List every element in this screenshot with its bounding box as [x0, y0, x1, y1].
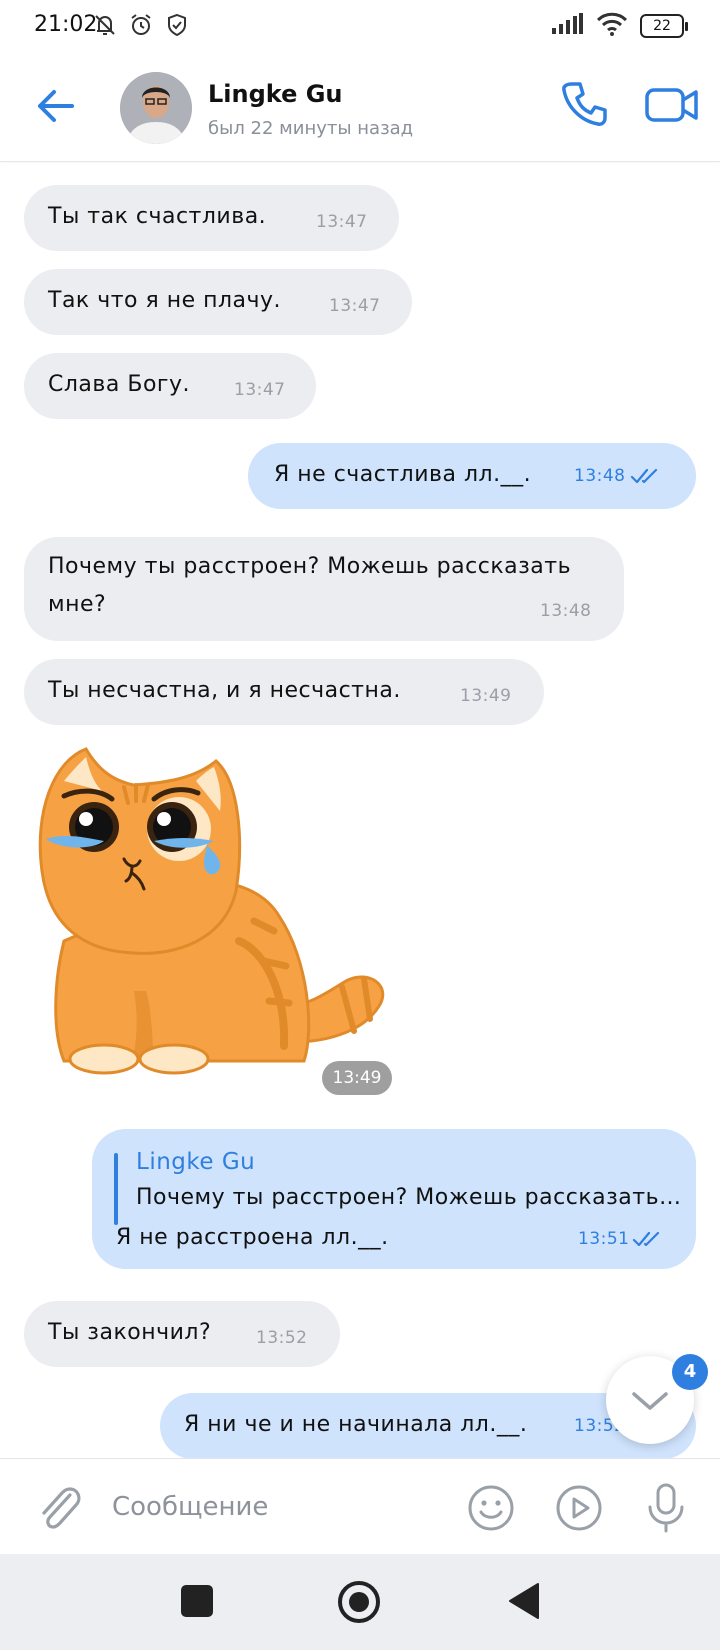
message-list[interactable]: Ты так счастлива. 13:47 Так что я не пла…	[0, 163, 720, 1458]
message-time: 13:51	[578, 1229, 630, 1249]
system-back-button[interactable]	[506, 1582, 542, 1620]
back-button[interactable]	[32, 82, 80, 130]
status-time: 21:02	[34, 12, 98, 37]
media-button[interactable]	[554, 1483, 604, 1533]
message-incoming[interactable]: Слава Богу. 13:47	[24, 353, 316, 419]
message-incoming[interactable]: Так что я не плачу. 13:47	[24, 269, 412, 335]
triangle-back-icon	[509, 1583, 539, 1619]
message-time: 13:48	[540, 601, 592, 621]
message-text: Так что я не плачу.	[48, 288, 282, 313]
reply-author[interactable]: Lingke Gu	[136, 1149, 255, 1175]
reply-quote-text[interactable]: Почему ты расстроен? Можешь рассказать…	[136, 1185, 682, 1210]
arrow-left-icon	[38, 90, 74, 122]
wifi-icon	[596, 12, 628, 40]
message-text: Я не расстроена лл.__.	[116, 1225, 389, 1250]
message-incoming[interactable]: Ты несчастна, и я несчастна. 13:49	[24, 659, 544, 725]
video-call-button[interactable]	[644, 80, 700, 130]
message-outgoing[interactable]: Я не счастлива лл.__. 13:48	[248, 443, 696, 509]
message-time: 13:47	[329, 296, 381, 316]
shield-icon	[164, 12, 190, 38]
recents-button[interactable]	[181, 1585, 213, 1617]
message-time: 13:48	[574, 466, 626, 486]
message-time: 13:47	[316, 212, 368, 232]
message-time: 13:47	[234, 380, 286, 400]
play-circle-icon	[556, 1485, 602, 1531]
message-text-line2: мне?	[48, 592, 107, 617]
message-text: Я ни че и не начинала лл.__.	[184, 1412, 528, 1437]
message-incoming[interactable]: Ты так счастлива. 13:47	[24, 185, 399, 251]
emoji-button[interactable]	[466, 1483, 516, 1533]
status-bar: 21:02 22	[0, 0, 720, 52]
contact-name[interactable]: Lingke Gu	[208, 80, 343, 108]
message-input[interactable]	[112, 1483, 432, 1531]
message-incoming[interactable]: Ты закончил? 13:52	[24, 1301, 340, 1367]
alarm-icon	[128, 12, 154, 38]
chat-header: Lingke Gu был 22 минуты назад	[0, 52, 720, 162]
message-text: Слава Богу.	[48, 372, 190, 397]
last-seen-status: был 22 минуты назад	[208, 118, 414, 139]
video-camera-icon	[645, 88, 698, 122]
message-text: Ты так счастлива.	[48, 204, 267, 229]
message-time: 13:52	[256, 1328, 308, 1348]
unread-count-badge: 4	[672, 1354, 708, 1390]
signal-icon	[550, 13, 584, 39]
message-text: Я не счастлива лл.__.	[274, 462, 532, 487]
message-outgoing-reply[interactable]: Lingke Gu Почему ты расстроен? Можешь ра…	[92, 1129, 696, 1269]
reply-quote-bar	[114, 1153, 118, 1225]
read-checks-icon	[630, 468, 658, 484]
read-checks-icon	[632, 1231, 660, 1247]
message-text: Ты несчастна, и я несчастна.	[48, 678, 401, 703]
paperclip-icon	[42, 1487, 81, 1529]
smiley-icon	[468, 1485, 514, 1531]
system-nav-bar	[0, 1554, 720, 1650]
home-button[interactable]	[338, 1581, 380, 1623]
crying-cat-sticker[interactable]	[24, 741, 394, 1081]
voice-message-button[interactable]	[644, 1481, 688, 1535]
voice-call-button[interactable]	[558, 78, 610, 130]
microphone-icon	[648, 1483, 684, 1533]
battery-icon: 22	[640, 14, 688, 38]
message-time: 13:49	[460, 686, 512, 706]
phone-icon	[562, 82, 607, 126]
mute-icon	[92, 12, 118, 38]
avatar[interactable]	[120, 72, 192, 144]
attach-button[interactable]	[34, 1481, 84, 1533]
message-composer	[0, 1458, 720, 1554]
message-text: Ты закончил?	[48, 1320, 212, 1345]
message-text-line1: Почему ты расстроен? Можешь рассказать	[48, 554, 572, 579]
message-incoming[interactable]: Почему ты расстроен? Можешь рассказать м…	[24, 537, 624, 641]
sticker-time: 13:49	[322, 1061, 392, 1095]
